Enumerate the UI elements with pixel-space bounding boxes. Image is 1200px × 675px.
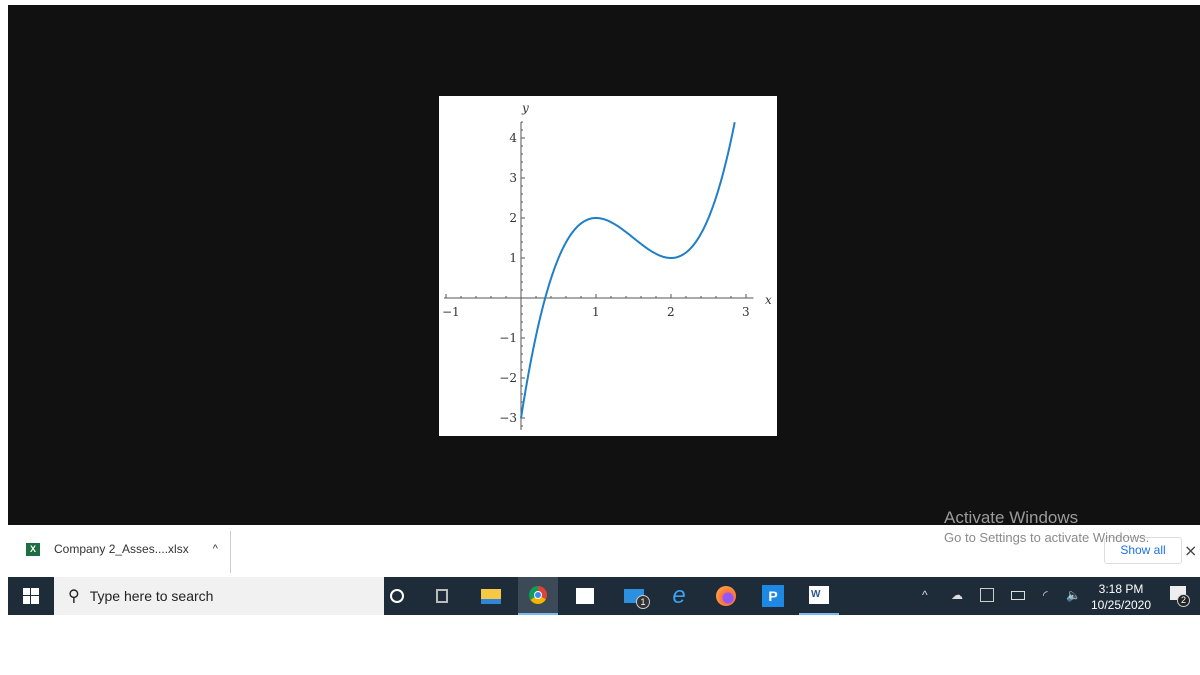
y-axis-label: y	[521, 101, 529, 115]
y-tick-label: −1	[499, 331, 517, 345]
download-item[interactable]: X Company 2_Asses....xlsx ^	[26, 542, 218, 556]
security-icon[interactable]	[980, 588, 994, 602]
date: 10/25/2020	[1090, 598, 1152, 612]
function-curve	[520, 122, 736, 419]
excel-file-icon: X	[26, 542, 40, 556]
firefox-button[interactable]	[706, 577, 746, 615]
task-view-button[interactable]	[422, 577, 462, 615]
y-tick-label: 4	[509, 131, 517, 145]
y-tick-label: 3	[509, 171, 517, 185]
pdf-app-icon: P	[762, 585, 784, 607]
internet-explorer-button[interactable]: e	[659, 577, 699, 615]
show-all-button[interactable]: Show all	[1104, 537, 1182, 564]
show-hidden-icons-chevron[interactable]: ^	[922, 588, 928, 602]
plot-svg: y x −1 1 2 3 −3 −2 −1 1 2 3 4	[442, 101, 772, 430]
start-button[interactable]	[8, 577, 54, 615]
pdf-app-button[interactable]: P	[753, 577, 793, 615]
x-tick-label: 2	[667, 305, 675, 319]
x-tick-label: 1	[592, 305, 600, 319]
chevron-up-icon[interactable]: ^	[213, 543, 218, 555]
search-icon: ⚲	[68, 588, 80, 605]
word-icon: W	[809, 586, 829, 604]
taskbar: ⚲ Type here to search 1 e P W ^ ☁ ◜ 🔈 3:…	[8, 577, 1200, 615]
search-placeholder: Type here to search	[89, 588, 214, 604]
store-icon	[576, 588, 594, 604]
function-plot: y x −1 1 2 3 −3 −2 −1 1 2 3 4	[439, 96, 777, 436]
clock[interactable]: 3:18 PM 10/25/2020	[1086, 581, 1156, 613]
close-icon[interactable]: ×	[1184, 541, 1197, 560]
chrome-icon	[529, 586, 547, 604]
mail-button[interactable]: 1	[614, 577, 654, 615]
y-tick-label: −2	[499, 371, 517, 385]
x-axis-label: x	[765, 293, 772, 307]
volume-icon[interactable]: 🔈	[1066, 588, 1081, 602]
windows-logo-icon	[23, 588, 39, 604]
file-explorer-button[interactable]	[471, 577, 511, 615]
notification-icon[interactable]: 2	[1170, 586, 1190, 607]
firefox-icon	[716, 586, 736, 606]
time: 3:18 PM	[1098, 582, 1144, 596]
store-button[interactable]	[565, 577, 605, 615]
y-tick-label: 2	[509, 211, 517, 225]
chrome-button[interactable]	[518, 577, 558, 615]
onedrive-icon[interactable]: ☁	[951, 588, 963, 602]
battery-icon[interactable]	[1011, 591, 1025, 600]
cortana-icon	[390, 589, 404, 603]
y-tick-label: −3	[499, 411, 517, 425]
download-file-name: Company 2_Asses....xlsx	[54, 542, 189, 556]
download-bar: X Company 2_Asses....xlsx ^ Show all ×	[8, 525, 1200, 577]
x-tick-label: −1	[442, 305, 460, 319]
search-box[interactable]: ⚲ Type here to search	[54, 577, 384, 615]
mail-icon: 1	[624, 589, 650, 609]
x-tick-label: 3	[742, 305, 750, 319]
wifi-icon[interactable]: ◜	[1043, 588, 1048, 602]
mail-badge: 1	[636, 595, 650, 609]
folder-icon	[481, 588, 501, 604]
y-tick-label: 1	[509, 251, 517, 265]
notification-count: 2	[1177, 594, 1190, 607]
cortana-button[interactable]	[377, 577, 417, 615]
task-view-icon	[436, 589, 448, 603]
ie-icon: e	[672, 582, 686, 609]
word-button[interactable]: W	[799, 577, 839, 615]
divider	[230, 531, 231, 573]
